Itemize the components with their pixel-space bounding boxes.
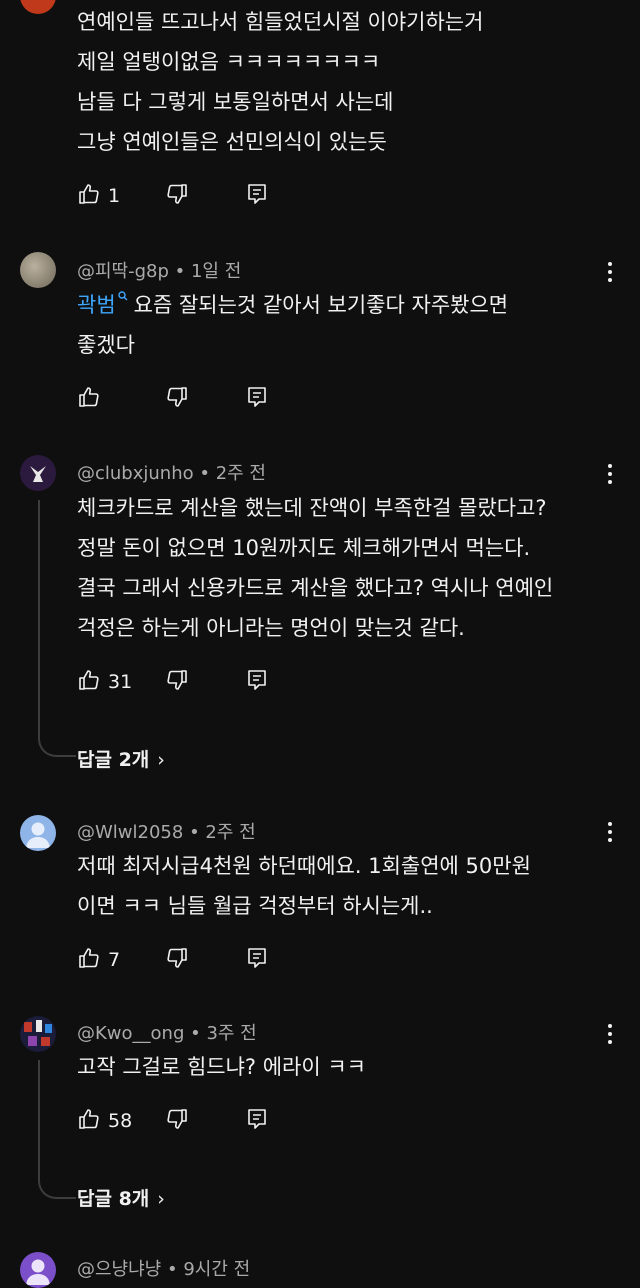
thumbs-up-icon xyxy=(79,387,99,407)
chevron-right-icon: › xyxy=(157,749,165,771)
comment-menu-button[interactable] xyxy=(598,818,622,848)
like-button[interactable]: 1 xyxy=(77,182,120,207)
comment-time: 9시간 전 xyxy=(183,1259,251,1280)
dislike-button[interactable] xyxy=(165,946,189,970)
comment-time: 2주 전 xyxy=(215,463,266,484)
thumbs-down-icon xyxy=(167,670,187,690)
comment-meta: @Kwo__ong • 3주 전 xyxy=(77,1023,257,1044)
avatar-image-icon xyxy=(24,1020,52,1046)
author-name[interactable]: @Wlwl2058 xyxy=(77,822,183,843)
dislike-button[interactable] xyxy=(165,182,189,206)
comment-time: 2주 전 xyxy=(205,822,256,843)
thread-line xyxy=(38,1060,76,1199)
comment-text: 고작 그걸로 힘드냐? 에라이 ㅋㅋ xyxy=(77,1055,367,1079)
comment-meta: @으냥냐냥 • 9시간 전 xyxy=(77,1259,251,1280)
default-user-icon xyxy=(26,822,50,848)
avatar[interactable] xyxy=(20,252,56,288)
comment-meta: @Wlwl2058 • 2주 전 xyxy=(77,822,256,843)
thread-line xyxy=(38,500,76,757)
reply-button[interactable] xyxy=(245,1107,269,1131)
avatar-logo-icon xyxy=(30,466,46,482)
dislike-button[interactable] xyxy=(165,385,189,409)
like-button[interactable] xyxy=(77,385,101,409)
like-count: 7 xyxy=(108,949,121,971)
search-icon xyxy=(117,291,128,301)
comment-actions xyxy=(77,385,297,417)
like-button[interactable]: 58 xyxy=(77,1107,132,1132)
view-replies-button[interactable]: 답글 8개 › xyxy=(77,1184,165,1211)
reply-button[interactable] xyxy=(245,946,269,970)
comment-time: 1일 전 xyxy=(190,261,242,282)
reply-button[interactable] xyxy=(245,385,269,409)
comment-actions: 58 xyxy=(77,1107,297,1139)
comment-meta: @clubxjunho • 2주 전 xyxy=(77,463,266,484)
avatar[interactable] xyxy=(20,1252,56,1288)
author-name[interactable]: @clubxjunho xyxy=(77,463,194,484)
reply-comment-icon xyxy=(248,387,266,407)
view-replies-button[interactable]: 답글 2개 › xyxy=(77,745,165,772)
avatar[interactable] xyxy=(20,815,56,851)
thumbs-up-icon xyxy=(79,670,99,690)
reply-comment-icon xyxy=(248,1109,266,1129)
thumbs-down-icon xyxy=(167,387,187,407)
comment-text: 연예인들 뜨고나서 힘들었던시절 이야기하는거 제일 얼탱이없음 ㅋㅋㅋㅋㅋㅋㅋ… xyxy=(77,10,484,154)
thumbs-down-icon xyxy=(167,184,187,204)
like-button[interactable]: 31 xyxy=(77,668,132,693)
avatar[interactable] xyxy=(20,0,56,14)
thumbs-up-icon xyxy=(79,948,99,968)
comment-meta: @피딱-g8p • 1일 전 xyxy=(77,261,242,282)
reply-comment-icon xyxy=(248,948,266,968)
avatar[interactable] xyxy=(20,1016,56,1052)
comment-menu-button[interactable] xyxy=(598,460,622,490)
dislike-button[interactable] xyxy=(165,668,189,692)
like-count: 58 xyxy=(108,1110,133,1132)
comment-actions: 31 xyxy=(77,668,297,700)
reply-button[interactable] xyxy=(245,668,269,692)
comment-text: 체크카드로 계산을 했는데 잔액이 부족한걸 몰랐다고? 정말 돈이 없으면 1… xyxy=(77,496,554,640)
author-name[interactable]: @피딱-g8p xyxy=(77,261,169,282)
comment-actions: 1 xyxy=(77,182,297,214)
like-count: 31 xyxy=(108,671,133,693)
dislike-button[interactable] xyxy=(165,1107,189,1131)
default-user-icon xyxy=(26,1259,50,1285)
author-name[interactable]: @Kwo__ong xyxy=(77,1023,184,1044)
comment-menu-button[interactable] xyxy=(598,258,622,288)
author-name[interactable]: @으냥냐냥 xyxy=(77,1259,161,1280)
comment-text: 곽범 요즘 잘되는것 같아서 보기좋다 자주봤으면 좋겠다 xyxy=(77,291,509,357)
like-button[interactable]: 7 xyxy=(77,946,120,971)
reply-comment-icon xyxy=(248,670,266,690)
comment-actions: 7 xyxy=(77,946,297,978)
reply-button[interactable] xyxy=(245,182,269,206)
comment-time: 3주 전 xyxy=(206,1023,257,1044)
thumbs-up-icon xyxy=(79,1109,99,1129)
chevron-right-icon: › xyxy=(157,1188,165,1210)
thumbs-up-icon xyxy=(79,184,99,204)
comment-menu-button[interactable] xyxy=(598,1020,622,1050)
mention-link[interactable]: 곽범 xyxy=(77,293,116,317)
comment-text: 저때 최저시급4천원 하던때에요. 1회출연에 50만원 이면 ㅋㅋ 님들 월급… xyxy=(77,854,531,918)
reply-comment-icon xyxy=(248,184,266,204)
thumbs-down-icon xyxy=(167,948,187,968)
avatar[interactable] xyxy=(20,455,56,491)
thumbs-down-icon xyxy=(167,1109,187,1129)
